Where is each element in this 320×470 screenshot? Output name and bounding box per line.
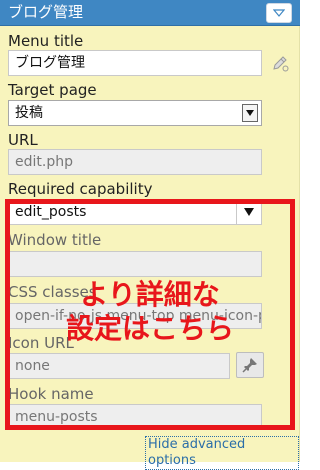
required-capability-combo[interactable]: edit_posts (8, 199, 262, 225)
menu-title-label: Menu title (8, 32, 84, 50)
icon-url-input[interactable]: none (8, 353, 230, 379)
chevron-down-icon (244, 208, 254, 216)
pencil-link-icon (273, 56, 289, 72)
hook-name-input[interactable]: menu-posts (8, 404, 262, 430)
required-capability-label: Required capability (8, 180, 153, 198)
url-input[interactable]: edit.php (8, 149, 262, 175)
menu-item-panel: ブログ管理 Menu title ブログ管理 Target page 投稿 UR… (0, 0, 300, 470)
panel-title: ブログ管理 (8, 3, 84, 21)
required-capability-value: edit_posts (15, 204, 87, 220)
window-title-input[interactable] (8, 251, 262, 277)
edit-title-button[interactable] (268, 51, 292, 75)
target-page-value: 投稿 (15, 105, 43, 121)
annotation-line-1: より詳細な (80, 278, 220, 311)
icon-select-button[interactable] (236, 352, 264, 378)
collapse-toggle-button[interactable] (266, 3, 292, 23)
select-arrow (242, 104, 258, 122)
annotation-line-2: 設定はこちら (65, 312, 234, 345)
menu-title-input[interactable]: ブログ管理 (8, 50, 262, 76)
hook-name-label: Hook name (8, 385, 94, 403)
url-label: URL (8, 131, 38, 149)
triangle-down-icon (273, 9, 285, 17)
hide-advanced-options-link[interactable]: Hide advanced options (145, 436, 299, 470)
target-page-label: Target page (8, 81, 97, 99)
pin-icon (242, 358, 257, 373)
annotation-text: より詳細な 設定はこちら (60, 278, 240, 346)
chevron-down-icon (246, 110, 254, 116)
target-page-select[interactable]: 投稿 (8, 100, 262, 126)
panel-header[interactable]: ブログ管理 (0, 0, 300, 26)
capability-dropdown-button[interactable] (236, 200, 261, 224)
window-title-label: Window title (8, 231, 102, 249)
